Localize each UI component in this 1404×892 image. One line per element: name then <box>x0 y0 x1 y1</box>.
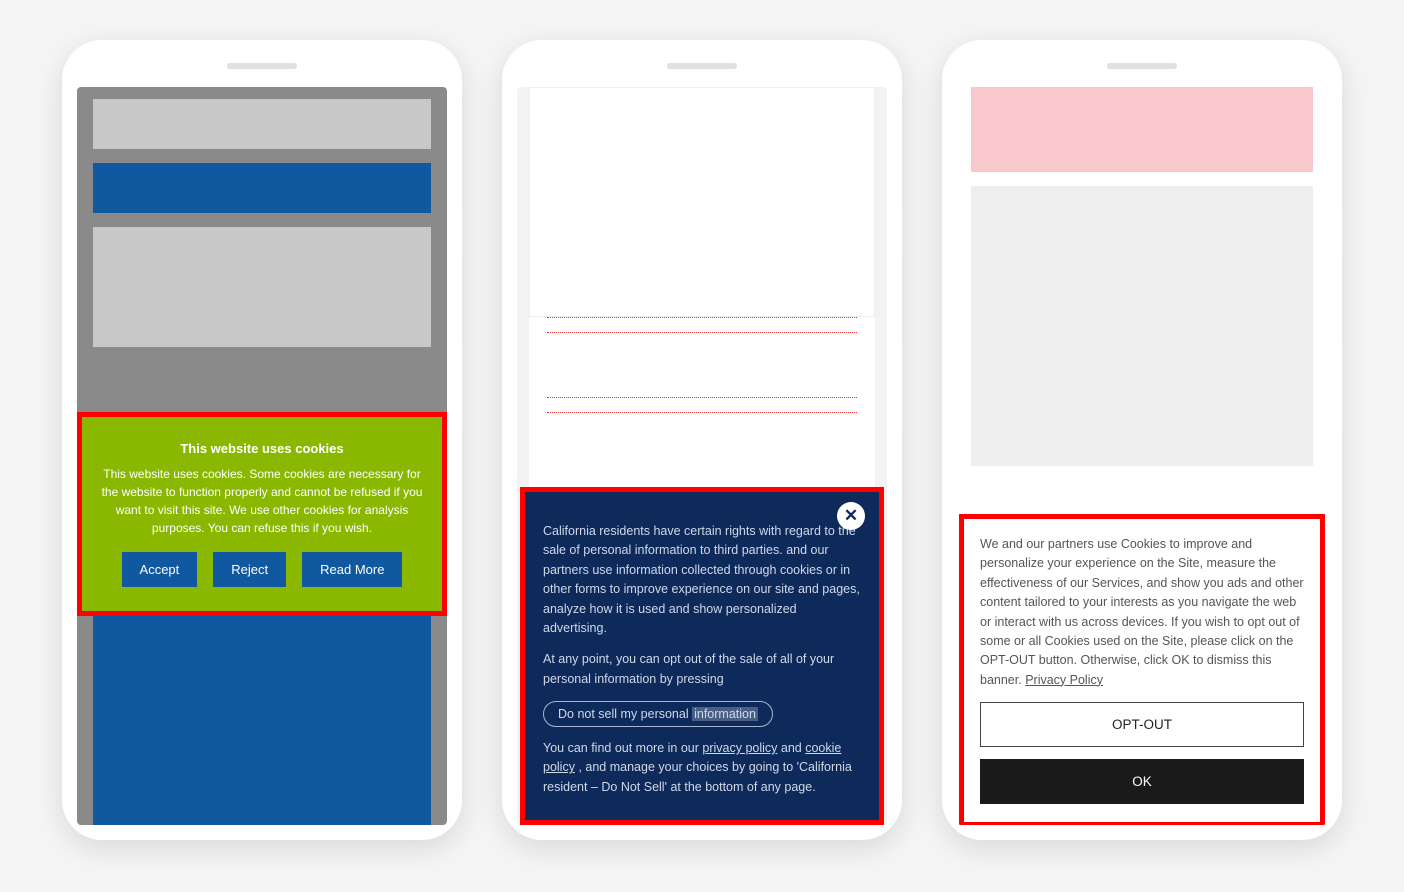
content-placeholder <box>971 186 1313 466</box>
phone-screen-2: ✕ California residents have certain righ… <box>517 87 887 825</box>
cookie-banner-description: This website uses cookies. Some cookies … <box>100 465 424 537</box>
content-placeholder <box>93 227 431 347</box>
phone-side-button <box>462 340 465 430</box>
privacy-text: and <box>781 741 805 755</box>
content-placeholder <box>93 99 431 149</box>
content-placeholder <box>971 87 1313 172</box>
cookie-text: We and our partners use Cookies to impro… <box>980 537 1304 687</box>
content-placeholder <box>529 87 875 317</box>
privacy-banner-paragraph: California residents have certain rights… <box>543 522 861 638</box>
cookie-banner: We and our partners use Cookies to impro… <box>964 519 1320 822</box>
highlight-box: ✕ California residents have certain righ… <box>520 487 884 825</box>
privacy-text: , and manage your choices by going to 'C… <box>543 760 852 793</box>
highlight-box: This website uses cookies This website u… <box>77 412 447 616</box>
content-placeholder <box>93 163 431 213</box>
phone-speaker <box>227 63 297 69</box>
privacy-policy-link[interactable]: privacy policy <box>702 741 777 755</box>
content-placeholder <box>547 397 857 398</box>
phone-mockup-3: We and our partners use Cookies to impro… <box>942 40 1342 840</box>
cookie-banner-buttons: Accept Reject Read More <box>100 552 424 587</box>
accept-button[interactable]: Accept <box>122 552 198 587</box>
privacy-banner-paragraph: You can find out more in our privacy pol… <box>543 739 861 797</box>
phone-speaker <box>1107 63 1177 69</box>
cookie-banner: This website uses cookies This website u… <box>82 417 442 611</box>
phone-side-button <box>462 210 465 255</box>
cookie-banner-title: This website uses cookies <box>100 439 424 459</box>
dnsmpi-label-b: information <box>692 707 758 721</box>
phone-side-button <box>1342 210 1345 255</box>
phone-screen-1: This website uses cookies This website u… <box>77 87 447 825</box>
content-placeholder <box>547 412 857 413</box>
phone-screen-3: We and our partners use Cookies to impro… <box>957 87 1327 825</box>
ok-button[interactable]: OK <box>980 759 1304 804</box>
phone-mockup-2: ✕ California residents have certain righ… <box>502 40 902 840</box>
content-placeholder <box>547 317 857 318</box>
phone-side-button <box>902 210 905 255</box>
privacy-banner: ✕ California residents have certain righ… <box>525 492 879 820</box>
privacy-text: You can find out more in our <box>543 741 702 755</box>
read-more-button[interactable]: Read More <box>302 552 402 587</box>
privacy-policy-link[interactable]: Privacy Policy <box>1025 673 1103 687</box>
close-icon[interactable]: ✕ <box>837 502 865 530</box>
dnsmpi-label-a: Do not sell my personal <box>558 707 692 721</box>
phone-side-button <box>902 340 905 430</box>
content-placeholder <box>93 595 431 825</box>
content-placeholder <box>547 332 857 333</box>
opt-out-button[interactable]: OPT-OUT <box>980 702 1304 747</box>
phone-mockup-1: This website uses cookies This website u… <box>62 40 462 840</box>
phone-speaker <box>667 63 737 69</box>
privacy-banner-paragraph: At any point, you can opt out of the sal… <box>543 650 861 689</box>
do-not-sell-button[interactable]: Do not sell my personal information <box>543 701 773 727</box>
cookie-banner-text: We and our partners use Cookies to impro… <box>980 535 1304 690</box>
highlight-box: We and our partners use Cookies to impro… <box>959 514 1325 825</box>
phone-side-button <box>1342 340 1345 430</box>
reject-button[interactable]: Reject <box>213 552 286 587</box>
